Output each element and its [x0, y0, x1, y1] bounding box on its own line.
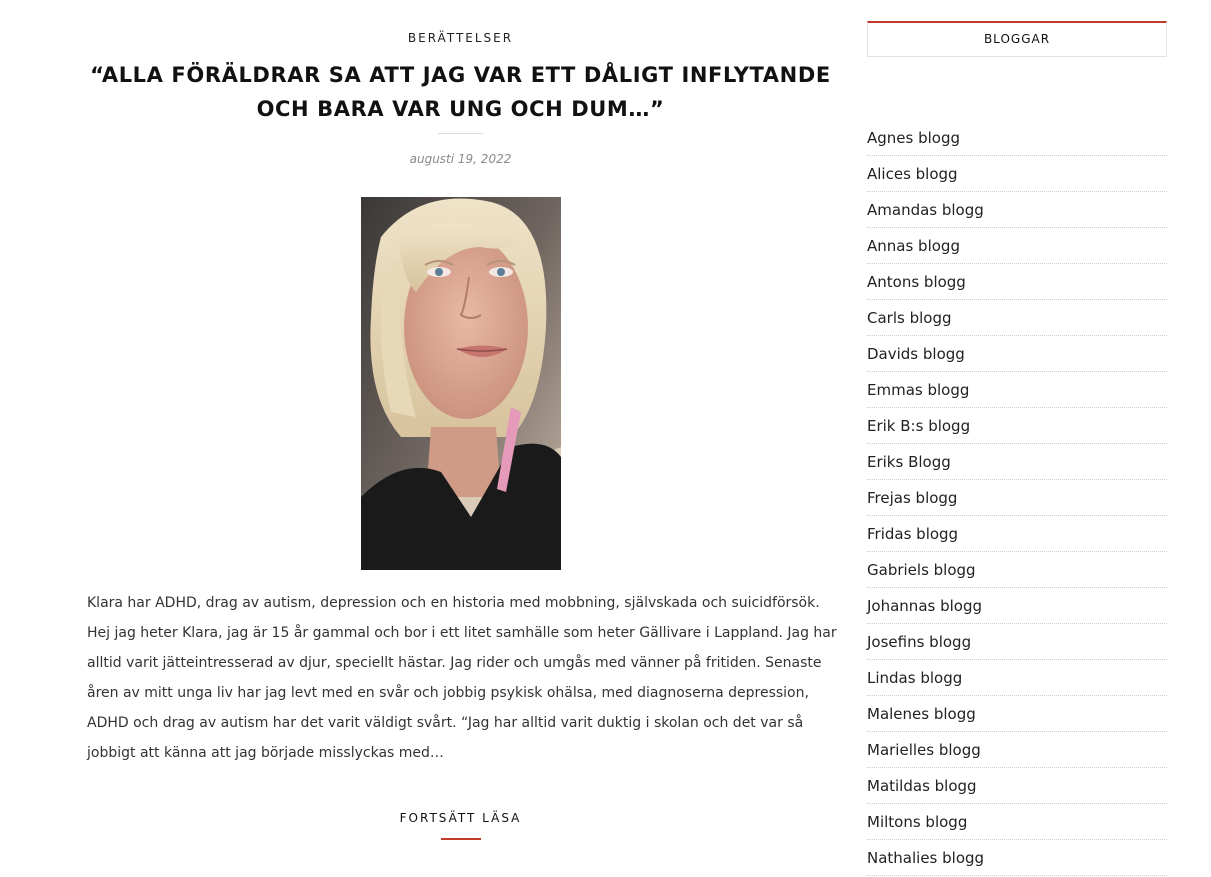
- post-excerpt: Klara har ADHD, drag av autism, depressi…: [87, 595, 837, 761]
- blog-link[interactable]: Antons blogg: [867, 264, 1167, 300]
- list-item: Annas blogg: [867, 228, 1167, 264]
- title-divider: [438, 133, 483, 134]
- post-title[interactable]: “ALLA FÖRÄLDRAR SA ATT JAG VAR ETT DÅLIG…: [87, 58, 834, 126]
- blog-link[interactable]: Gabriels blogg: [867, 552, 1167, 588]
- list-item: Amandas blogg: [867, 192, 1167, 228]
- blog-link[interactable]: Frejas blogg: [867, 480, 1167, 516]
- blog-link[interactable]: Annas blogg: [867, 228, 1167, 264]
- list-item: Frejas blogg: [867, 480, 1167, 516]
- blog-link[interactable]: Johannas blogg: [867, 588, 1167, 624]
- blog-link[interactable]: Miltons blogg: [867, 804, 1167, 840]
- list-item: Davids blogg: [867, 336, 1167, 372]
- list-item: Malenes blogg: [867, 696, 1167, 732]
- list-item: Miltons blogg: [867, 804, 1167, 840]
- blogs-list: Agnes blogg Alices blogg Amandas blogg A…: [867, 120, 1167, 876]
- blog-link[interactable]: Eriks Blogg: [867, 444, 1167, 480]
- list-item: Marielles blogg: [867, 732, 1167, 768]
- post-featured-image[interactable]: [361, 197, 561, 570]
- blog-link[interactable]: Malenes blogg: [867, 696, 1167, 732]
- list-item: Josefins blogg: [867, 624, 1167, 660]
- sidebar: BLOGGAR Agnes blogg Alices blogg Amandas…: [867, 0, 1167, 877]
- list-item: Agnes blogg: [867, 120, 1167, 156]
- list-item: Matildas blogg: [867, 768, 1167, 804]
- blog-link[interactable]: Alices blogg: [867, 156, 1167, 192]
- list-item: Eriks Blogg: [867, 444, 1167, 480]
- post-date: augusti 19, 2022: [409, 152, 512, 166]
- list-item: Antons blogg: [867, 264, 1167, 300]
- list-item: Emmas blogg: [867, 372, 1167, 408]
- portrait-illustration: [361, 197, 561, 570]
- post-article: BERÄTTELSER “ALLA FÖRÄLDRAR SA ATT JAG V…: [87, 0, 837, 877]
- blog-link[interactable]: Davids blogg: [867, 336, 1167, 372]
- list-item: Johannas blogg: [867, 588, 1167, 624]
- list-item: Carls blogg: [867, 300, 1167, 336]
- continue-reading-link[interactable]: FORTSÄTT LÄSA: [87, 811, 834, 825]
- blog-link[interactable]: Amandas blogg: [867, 192, 1167, 228]
- list-item: Nathalies blogg: [867, 840, 1167, 876]
- blogs-widget-title: BLOGGAR: [867, 21, 1167, 57]
- blog-link[interactable]: Marielles blogg: [867, 732, 1167, 768]
- blog-link[interactable]: Erik B:s blogg: [867, 408, 1167, 444]
- blog-link[interactable]: Josefins blogg: [867, 624, 1167, 660]
- blog-link[interactable]: Emmas blogg: [867, 372, 1167, 408]
- continue-underline: [441, 838, 481, 840]
- blog-link[interactable]: Agnes blogg: [867, 120, 1167, 156]
- list-item: Alices blogg: [867, 156, 1167, 192]
- blog-link[interactable]: Nathalies blogg: [867, 840, 1167, 876]
- blog-link[interactable]: Carls blogg: [867, 300, 1167, 336]
- list-item: Erik B:s blogg: [867, 408, 1167, 444]
- blog-link[interactable]: Lindas blogg: [867, 660, 1167, 696]
- blog-link[interactable]: Matildas blogg: [867, 768, 1167, 804]
- blog-link[interactable]: Fridas blogg: [867, 516, 1167, 552]
- list-item: Lindas blogg: [867, 660, 1167, 696]
- list-item: Fridas blogg: [867, 516, 1167, 552]
- list-item: Gabriels blogg: [867, 552, 1167, 588]
- post-category-link[interactable]: BERÄTTELSER: [87, 31, 834, 45]
